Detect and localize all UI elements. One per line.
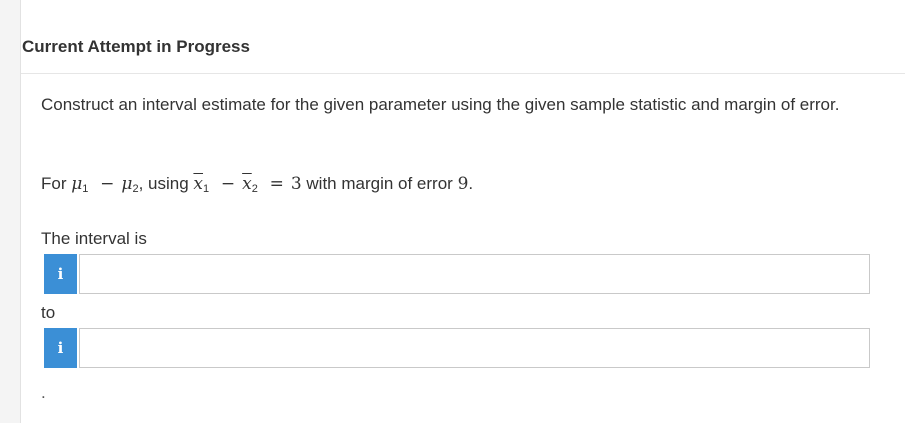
formula-end: . [468,174,474,193]
formula-prefix: For [41,174,67,193]
parameter-statement: For μ1 − μ2, using x1 − x2 = 3 with margin … [41,174,473,195]
question-text: Construct an interval estimate for the g… [41,95,840,114]
mu-symbol-2: μ [121,174,133,194]
mu-subscript-1: 1 [82,183,89,195]
statistic-value: 3 [290,174,302,194]
xbar-symbol-2: x [242,174,252,194]
to-label: to [41,303,56,322]
info-icon[interactable]: i [44,328,77,368]
mu-symbol-1: μ [71,174,83,194]
lower-bound-input[interactable] [79,254,870,294]
equals-sign: = [269,174,284,194]
minus-sign-1: − [100,174,115,194]
minus-sign-2: − [220,174,236,194]
trailing-period: . [41,383,46,402]
margin-value: 9 [457,174,469,194]
interval-label: The interval is [41,229,147,248]
upper-bound-input[interactable] [79,328,870,368]
info-icon-glyph: i [57,339,64,357]
lower-bound-row: i [44,254,870,294]
xbar-subscript-2: 2 [251,183,258,195]
attempt-status-title: Current Attempt in Progress [22,37,250,56]
upper-bound-row: i [44,328,870,368]
using-text: , using [138,174,189,193]
xbar-symbol-1: x [193,174,204,194]
attempt-header: Current Attempt in Progress [21,0,905,74]
xbar-subscript-1: 1 [203,183,210,195]
margin-text: with margin of error [306,174,453,193]
info-icon-glyph: i [57,265,64,283]
info-icon[interactable]: i [44,254,77,294]
question-panel: Current Attempt in Progress Construct an… [20,0,905,423]
page-background: Current Attempt in Progress Construct an… [0,0,905,423]
